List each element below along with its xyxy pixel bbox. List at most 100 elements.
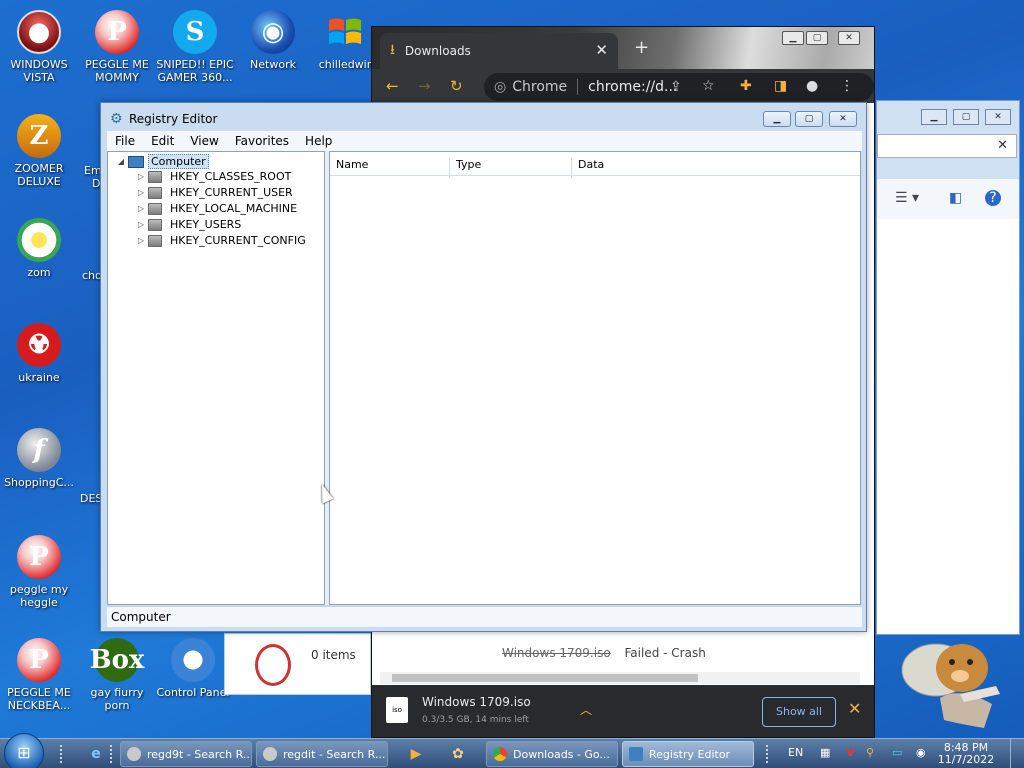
search-bar[interactable]: ✕ — [877, 134, 1017, 158]
values-list[interactable]: Name Type Data — [329, 151, 861, 605]
reload-icon[interactable]: ↻ — [450, 77, 482, 95]
minimize-button[interactable]: ▁ — [763, 111, 791, 127]
explorer-content — [877, 219, 1019, 634]
minimize-button[interactable]: ▁ — [782, 31, 804, 45]
show-desktop-button[interactable] — [1010, 739, 1024, 768]
expand-arrow-icon[interactable]: ▷ — [134, 188, 148, 197]
extensions-icon[interactable]: ✚ — [740, 78, 752, 94]
desktop-icon-peggle-me-neckbea[interactable]: P PEGGLE ME NECKBEA... — [0, 638, 78, 712]
control-panel-icon: ⊕ — [171, 638, 215, 682]
menu-file[interactable]: File — [107, 134, 143, 148]
start-button[interactable]: ⊞ — [4, 733, 44, 768]
tab-downloads[interactable]: ⭳ Downloads ✕ — [380, 33, 618, 69]
desktop-icon-shoppingc[interactable]: f ShoppingC... — [0, 428, 78, 489]
tab-close-icon[interactable]: ✕ — [595, 41, 608, 59]
view-options-icon[interactable]: ☰ ▾ — [895, 190, 919, 206]
address-bar[interactable]: ◎ Chrome chrome://d... ⇪ ☆ ✚ ◨ ● ⋮ — [484, 73, 874, 101]
taskbar-grip[interactable] — [110, 745, 116, 763]
desktop-icon-skype[interactable]: S SNIPED!! EPIC GAMER 360... — [156, 10, 234, 84]
omnibox-divider — [577, 79, 579, 95]
clear-search-icon[interactable]: ✕ — [997, 138, 1008, 153]
horizontal-scrollbar[interactable] — [380, 672, 860, 684]
desktop-icon-zom[interactable]: zom — [0, 218, 78, 279]
close-button[interactable]: ✕ — [985, 109, 1011, 125]
close-button[interactable]: ✕ — [838, 31, 860, 45]
chevron-up-icon[interactable]: ︿ — [580, 701, 592, 718]
column-header-name[interactable]: Name — [330, 158, 450, 178]
profile-avatar-icon[interactable]: ● — [806, 78, 818, 94]
desktop-icon-label: Network — [250, 58, 296, 71]
maximize-button[interactable]: ▢ — [806, 31, 828, 45]
side-panel-icon[interactable]: ◨ — [774, 78, 787, 94]
app-icon[interactable]: ✿ — [444, 742, 472, 766]
expand-arrow-icon[interactable]: ▷ — [134, 172, 148, 181]
menu-help[interactable]: Help — [297, 134, 340, 148]
menu-kebab-icon[interactable]: ⋮ — [840, 78, 854, 94]
expand-arrow-icon[interactable]: ▷ — [134, 204, 148, 213]
expand-arrow-icon[interactable]: ▷ — [134, 220, 148, 229]
tree-node-computer[interactable]: ◢ Computer — [114, 154, 209, 169]
taskbar-item-regdit-search[interactable]: regdit - Search R... — [256, 741, 388, 767]
internet-explorer-icon[interactable]: e — [82, 742, 110, 766]
taskbar-item-regd9t-search[interactable]: regd9t - Search R... — [120, 741, 252, 767]
menu-favorites[interactable]: Favorites — [227, 134, 297, 148]
desktop-icon-label: PEGGLE ME MOMMY — [85, 58, 149, 84]
desktop-icon-box[interactable]: Box gay fiurry porn — [78, 638, 156, 712]
scrollbar-thumb[interactable] — [392, 674, 698, 682]
desktop-icon-windows-vista[interactable]: ● WINDOWS VISTA — [0, 10, 78, 84]
desktop-icon-peggle-my-heggle[interactable]: P peggle my heggle — [0, 535, 78, 609]
registry-tree[interactable]: ◢ Computer ▷ HKEY_CLASSES_ROOT ▷ HKEY_CU… — [107, 151, 325, 605]
tree-node-hkey-current-config[interactable]: ▷ HKEY_CURRENT_CONFIG — [134, 234, 306, 247]
minimize-button[interactable]: ▁ — [921, 109, 947, 125]
network-tray-icon[interactable]: ▦ — [820, 746, 830, 759]
tree-node-hkey-local-machine[interactable]: ▷ HKEY_LOCAL_MACHINE — [134, 202, 297, 215]
volume-tray-icon[interactable]: ◉ — [916, 746, 926, 759]
display-tray-icon[interactable]: ▭ — [892, 746, 902, 759]
taskbar-grip[interactable] — [60, 745, 66, 763]
maximize-button[interactable]: ▢ — [953, 109, 979, 125]
antivirus-tray-icon[interactable]: V — [846, 746, 855, 759]
bookmark-star-icon[interactable]: ☆ — [702, 78, 715, 94]
shelf-file-name[interactable]: Windows 1709.iso — [422, 695, 531, 709]
help-icon[interactable]: ? — [985, 190, 1001, 206]
menu-edit[interactable]: Edit — [143, 134, 182, 148]
download-shelf: iso Windows 1709.iso 0.3/3.5 GB, 14 mins… — [372, 685, 874, 737]
desktop-icon-peggle-me-mommy[interactable]: P PEGGLE ME MOMMY — [78, 10, 156, 84]
new-tab-button[interactable]: + — [634, 37, 649, 58]
expand-arrow-icon[interactable]: ▷ — [134, 236, 148, 245]
tree-node-label: HKEY_CURRENT_USER — [170, 186, 293, 199]
download-list-item[interactable]: Windows 1709.iso Failed - Crash — [502, 646, 706, 660]
taskbar-item-registry-editor[interactable]: Registry Editor — [622, 741, 754, 767]
close-button[interactable]: ✕ — [829, 111, 857, 127]
tree-node-hkey-current-user[interactable]: ▷ HKEY_CURRENT_USER — [134, 186, 293, 199]
maximize-button[interactable]: ▢ — [795, 111, 823, 127]
desktop-icon-network[interactable]: ◉ Network — [234, 10, 312, 71]
close-shelf-icon[interactable]: ✕ — [848, 699, 861, 718]
collapse-arrow-icon[interactable]: ◢ — [114, 157, 128, 166]
desktop-icon-zoomer-deluxe[interactable]: Z ZOOMER DELUXE — [0, 114, 78, 188]
share-icon[interactable]: ⇪ — [670, 79, 682, 95]
language-indicator[interactable]: EN — [788, 746, 803, 759]
explorer-window[interactable]: ▁ ▢ ✕ ✕ ☰ ▾ ◧ ? — [876, 100, 1020, 635]
desktop-icon-control-panel[interactable]: ⊕ Control Panel — [154, 638, 232, 699]
media-player-icon[interactable]: ▶ — [402, 742, 430, 766]
desktop-icon-ukraine[interactable]: ☢ ukraine — [0, 323, 78, 384]
search-app-icon — [127, 747, 141, 761]
show-all-button[interactable]: Show all — [762, 697, 836, 727]
preview-pane-icon[interactable]: ◧ — [949, 190, 962, 206]
registry-editor-window[interactable]: ⚙ Registry Editor ▁ ▢ ✕ File Edit View F… — [100, 102, 867, 632]
taskbar-item-downloads-chrome[interactable]: Downloads - Go... — [486, 741, 618, 767]
column-header-data[interactable]: Data — [572, 158, 860, 178]
tree-node-hkey-classes-root[interactable]: ▷ HKEY_CLASSES_ROOT — [134, 170, 291, 183]
column-header-type[interactable]: Type — [450, 158, 572, 178]
back-arrow-icon[interactable]: ← — [386, 77, 418, 95]
menu-view[interactable]: View — [182, 134, 226, 148]
registry-editor-icon — [629, 747, 643, 761]
desktop-icon-label: peggle my heggle — [9, 583, 69, 609]
forward-arrow-icon[interactable]: → — [418, 77, 450, 95]
taskbar-item-label: Downloads - Go... — [513, 747, 610, 761]
taskbar-grip[interactable] — [766, 745, 772, 763]
search-tray-icon[interactable]: ⚲ — [866, 746, 874, 759]
tree-node-hkey-users[interactable]: ▷ HKEY_USERS — [134, 218, 241, 231]
system-clock[interactable]: 8:48 PM 11/7/2022 — [930, 742, 1002, 766]
